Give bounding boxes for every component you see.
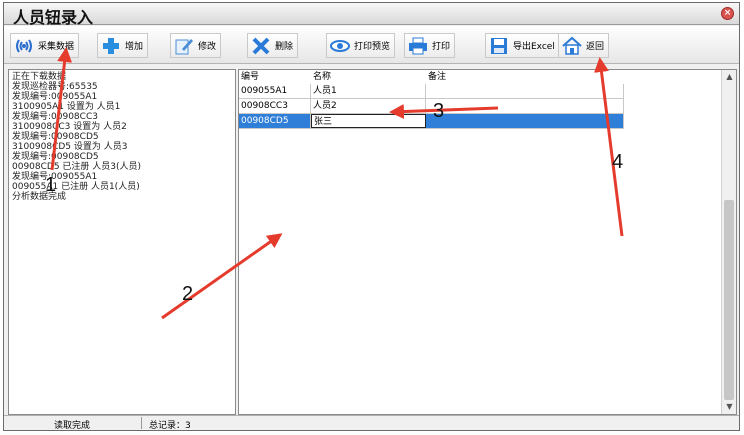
log-line: 3100908CC3 设置为 人员2 — [12, 122, 127, 132]
log-line: 发现编号:009055A1 — [12, 92, 98, 102]
cell-note[interactable] — [426, 84, 624, 98]
toolbar: 采集数据 增加 修改 删除 打印预览 打印 导出Excel 返回 — [4, 26, 739, 64]
annotation-2: 2 — [182, 283, 194, 305]
status-read: 读取完成 — [54, 421, 91, 431]
save-disk-icon — [488, 36, 510, 56]
print-button[interactable]: 打印 — [404, 33, 456, 58]
cell-name[interactable]: 人员1 — [311, 84, 426, 98]
delete-button[interactable]: 删除 — [247, 33, 299, 58]
log-line: 发现巡检器号:65535 — [12, 82, 98, 92]
main-window: 人员钮录入 × 采集数据 增加 修改 删除 打印预览 打印 导出Excel 返回… — [3, 2, 740, 431]
cell-id: 00908CD5 — [239, 114, 311, 128]
status-bar: 读取完成 总记录：3 — [4, 415, 739, 431]
scroll-down-icon[interactable]: ▼ — [722, 400, 737, 414]
print-preview-label: 打印预览 — [354, 42, 391, 52]
export-excel-button[interactable]: 导出Excel — [485, 33, 560, 58]
log-line: 3100905A1 设置为 人员1 — [12, 102, 121, 112]
cell-id: 00908CC3 — [239, 99, 311, 113]
collect-data-button[interactable]: 采集数据 — [10, 33, 80, 58]
delete-x-icon — [250, 36, 272, 56]
log-line: 发现编号:00908CD5 — [12, 152, 99, 162]
eye-icon — [329, 36, 351, 56]
header-name[interactable]: 名称 — [311, 70, 426, 84]
export-excel-label: 导出Excel — [513, 42, 555, 52]
add-button[interactable]: 增加 — [97, 33, 149, 58]
cell-name-editing[interactable]: 张三 — [311, 114, 426, 128]
header-id[interactable]: 编号 — [239, 70, 311, 84]
cell-note[interactable] — [426, 114, 624, 128]
back-label: 返回 — [586, 42, 605, 52]
log-panel[interactable]: 正在下载数据 发现巡检器号:65535 发现编号:009055A1 310090… — [8, 69, 236, 415]
window-title: 人员钮录入 — [13, 8, 94, 27]
print-preview-button[interactable]: 打印预览 — [326, 33, 396, 58]
collect-data-label: 采集数据 — [38, 42, 75, 52]
vertical-scrollbar[interactable]: ▲ ▼ — [721, 70, 736, 414]
add-label: 增加 — [125, 42, 144, 52]
table-row[interactable]: 009055A1 人员1 — [239, 84, 624, 99]
cell-id: 009055A1 — [239, 84, 311, 98]
log-line: 3100908CD5 设置为 人员3 — [12, 142, 128, 152]
log-line: 发现编号:00908CD5 — [12, 132, 99, 142]
cell-note[interactable] — [426, 99, 624, 113]
cell-name[interactable]: 人员2 — [311, 99, 426, 113]
log-line: 发现编号:00908CC3 — [12, 112, 98, 122]
record-grid[interactable]: 编号 名称 备注 009055A1 人员1 00908CC3 人员2 00908… — [238, 69, 737, 415]
plus-icon — [100, 36, 122, 56]
table-row-selected[interactable]: 00908CD5 张三 — [239, 114, 624, 129]
home-icon — [561, 36, 583, 56]
annotation-4: 4 — [612, 151, 624, 173]
status-total: 总记录：3 — [149, 421, 191, 431]
grid-header: 编号 名称 备注 — [239, 70, 624, 84]
back-button[interactable]: 返回 — [558, 33, 610, 58]
table-row[interactable]: 00908CC3 人员2 — [239, 99, 624, 114]
header-note[interactable]: 备注 — [426, 70, 624, 84]
signal-icon — [13, 36, 35, 56]
status-divider — [141, 417, 142, 429]
title-bar: 人员钮录入 × — [4, 3, 739, 27]
log-line: 正在下载数据 — [12, 72, 67, 82]
edit-button[interactable]: 修改 — [170, 33, 222, 58]
edit-label: 修改 — [198, 42, 217, 52]
scroll-up-icon[interactable]: ▲ — [722, 70, 737, 84]
annotation-3: 3 — [433, 100, 445, 122]
scroll-thumb[interactable] — [724, 200, 734, 400]
close-icon[interactable]: × — [721, 7, 734, 20]
edit-icon — [173, 36, 195, 56]
delete-label: 删除 — [275, 42, 294, 52]
print-label: 打印 — [432, 42, 451, 52]
printer-icon — [407, 36, 429, 56]
annotation-1: 1 — [45, 174, 57, 196]
log-line: 00908CD5 已注册 人员3(人员) — [12, 162, 142, 172]
